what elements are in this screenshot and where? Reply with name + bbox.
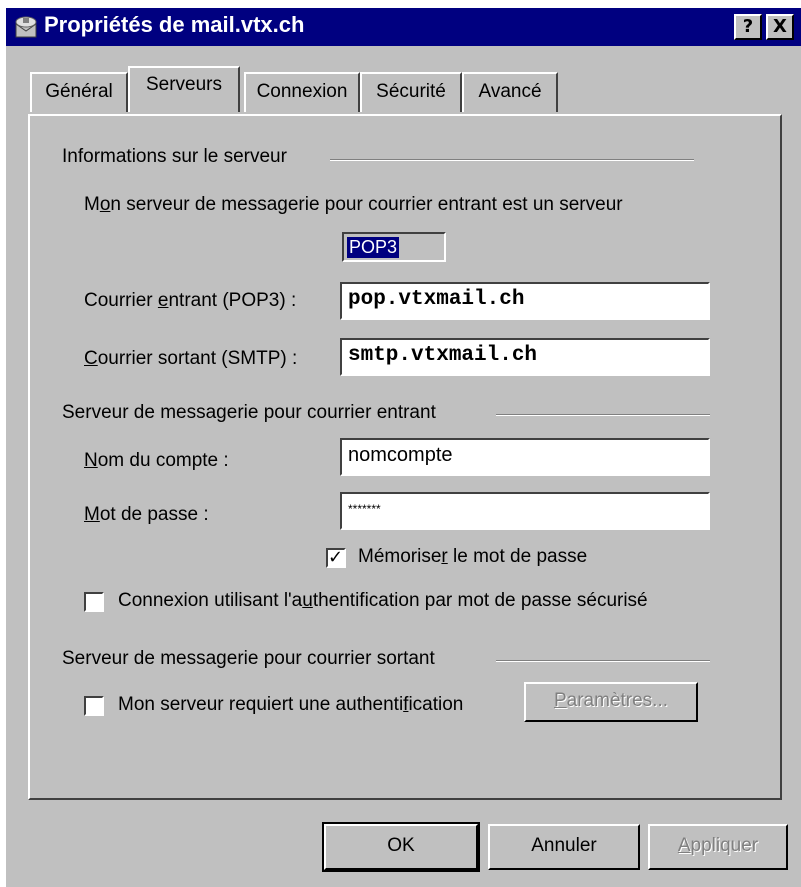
incoming-group-label: Serveur de messagerie pour courrier entr… [62,402,436,423]
tab-label: Sécurité [376,81,446,102]
tab-servers[interactable]: Serveurs [128,66,240,112]
password-label: Mot de passe : [84,504,209,525]
server-type-value: POP3 [347,237,400,258]
settings-button[interactable]: Paramètres... [524,682,698,722]
ok-button[interactable]: OK [322,822,480,872]
group-divider [330,159,694,161]
tab-label: Avancé [478,81,542,102]
outgoing-server-value: smtp.vtxmail.ch [348,344,538,367]
incoming-server-input[interactable]: pop.vtxmail.ch [340,282,710,320]
server-type-label: Mon serveur de messagerie pour courrier … [84,194,623,215]
group-divider [496,660,710,662]
account-name-input[interactable]: nomcompte [340,438,710,476]
close-button[interactable]: X [766,14,794,40]
cancel-button[interactable]: Annuler [488,824,640,870]
spa-label: Connexion utilisant l'authentification p… [118,590,648,611]
tab-advanced[interactable]: Avancé [462,72,558,112]
account-name-value: nomcompte [348,444,453,466]
spa-checkbox[interactable] [84,592,104,612]
check-mark-icon: ✓ [328,547,344,568]
tab-connection[interactable]: Connexion [244,72,360,112]
incoming-server-label: Courrier entrant (POP3) : [84,290,297,311]
password-value: ******* [348,502,381,516]
mail-account-icon [15,16,37,38]
apply-button[interactable]: Appliquer [648,824,788,870]
server-type-field[interactable]: POP3 [342,232,446,262]
smtp-auth-checkbox[interactable] [84,696,104,716]
server-info-group-label: Informations sur le serveur [62,146,287,167]
tab-security[interactable]: Sécurité [360,72,462,112]
account-name-label: Nom du compte : [84,450,229,471]
remember-password-label: Mémoriser le mot de passe [358,546,588,567]
group-divider [496,414,710,416]
tab-label: Général [45,81,113,102]
servers-tab-panel: Informations sur le serveur Mon serveur … [28,114,782,800]
outgoing-server-label: Courrier sortant (SMTP) : [84,348,298,369]
help-button[interactable]: ? [734,14,762,40]
title-bar[interactable]: Propriétés de mail.vtx.ch ? X [6,8,801,46]
tab-label: Connexion [256,81,348,102]
remember-password-checkbox[interactable]: ✓ [326,547,346,568]
tab-general[interactable]: Général [30,72,128,112]
properties-dialog: Propriétés de mail.vtx.ch ? X Général Se… [6,8,801,887]
password-input[interactable]: ******* [340,492,710,530]
tab-label: Serveurs [145,74,223,95]
window-title: Propriétés de mail.vtx.ch [44,12,305,37]
smtp-auth-label: Mon serveur requiert une authentificatio… [118,694,464,715]
outgoing-server-input[interactable]: smtp.vtxmail.ch [340,338,710,376]
outgoing-group-label: Serveur de messagerie pour courrier sort… [62,648,435,669]
incoming-server-value: pop.vtxmail.ch [348,288,525,311]
